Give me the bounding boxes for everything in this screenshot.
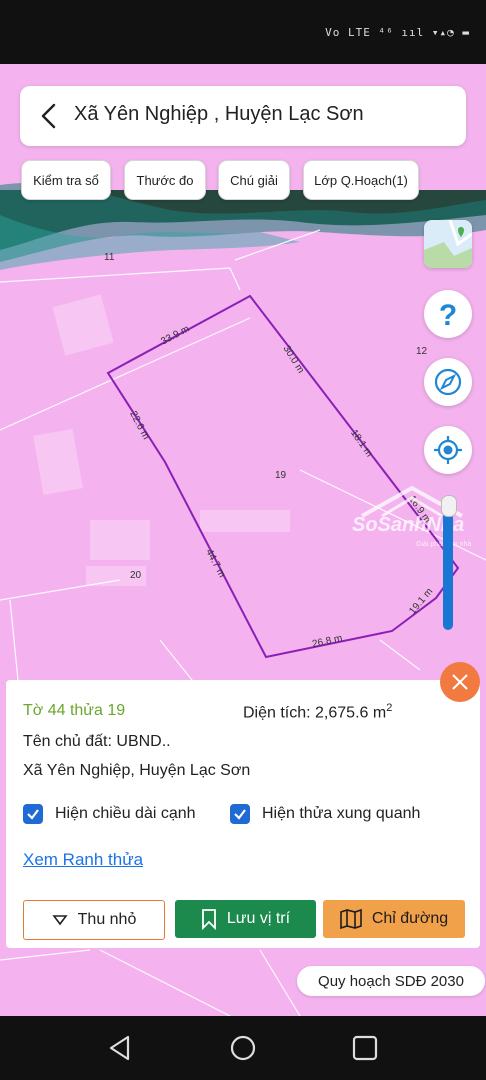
svg-text:?: ?: [439, 299, 457, 329]
parcel-area: Diện tích: 2,675.6 m2: [243, 702, 393, 722]
measure-button[interactable]: Thước đo: [124, 160, 206, 200]
parcel-address: Xã Yên Nghiệp, Huyện Lạc Sơn: [23, 762, 251, 779]
show-neighbors-checkbox[interactable]: Hiện thửa xung quanh: [230, 804, 420, 824]
nav-recents-icon[interactable]: [351, 1034, 379, 1062]
check-book-button[interactable]: Kiểm tra sổ: [21, 160, 111, 200]
nav-home-icon[interactable]: [229, 1034, 257, 1062]
close-icon: [452, 674, 468, 690]
parcel-number: 19: [275, 470, 287, 481]
show-edge-length-checkbox[interactable]: Hiện chiều dài cạnh: [23, 804, 196, 824]
planning-layer-button[interactable]: Lớp Q.Hoạch(1): [303, 160, 419, 200]
header-bar: Xã Yên Nghiệp , Huyện Lạc Sơn: [20, 86, 466, 146]
bookmark-icon: [201, 908, 217, 930]
triangle-down-icon: [52, 914, 68, 926]
checkbox-checked-icon[interactable]: [230, 804, 250, 824]
parcel-id: Tờ 44 thửa 19: [23, 702, 126, 719]
parcel-info-panel: Tờ 44 thửa 19 Diện tích: 2,675.6 m2 Tên …: [6, 680, 480, 948]
parcel-number: 12: [416, 346, 428, 357]
map-icon: [340, 909, 362, 929]
checkbox-label: Hiện thửa xung quanh: [262, 805, 421, 822]
directions-button[interactable]: Chỉ đường: [323, 900, 465, 938]
close-panel-button[interactable]: [440, 662, 480, 702]
collapse-button[interactable]: Thu nhỏ: [23, 900, 165, 940]
locate-icon[interactable]: [424, 426, 472, 474]
checkbox-checked-icon[interactable]: [23, 804, 43, 824]
back-arrow-icon[interactable]: [34, 100, 66, 132]
legend-button[interactable]: Chú giải: [218, 160, 290, 200]
parcel-number: 20: [130, 570, 142, 581]
parcel-number: 11: [104, 252, 115, 263]
view-boundary-link[interactable]: Xem Ranh thửa: [23, 850, 143, 870]
owner-name: Tên chủ đất: UBND..: [23, 733, 171, 750]
navigation-bar: [0, 1016, 486, 1080]
help-icon[interactable]: ?: [424, 290, 472, 338]
checkbox-label: Hiện chiều dài cạnh: [55, 805, 196, 822]
map-layer-icon[interactable]: [424, 220, 472, 268]
location-title: Xã Yên Nghiệp , Huyện Lạc Sơn: [74, 103, 364, 125]
save-location-button[interactable]: Lưu vị trí: [175, 900, 316, 938]
compass-icon[interactable]: [424, 358, 472, 406]
opacity-slider-handle[interactable]: [441, 495, 457, 517]
planning-year-badge[interactable]: Quy hoạch SDĐ 2030: [297, 966, 485, 996]
opacity-slider[interactable]: [443, 498, 453, 630]
status-bar: Vo LTE ⁴⁶ ııl ▾▴◔ ▬: [0, 0, 486, 64]
nav-back-icon[interactable]: [106, 1034, 134, 1062]
status-indicators: Vo LTE ⁴⁶ ııl ▾▴◔ ▬: [325, 26, 470, 39]
